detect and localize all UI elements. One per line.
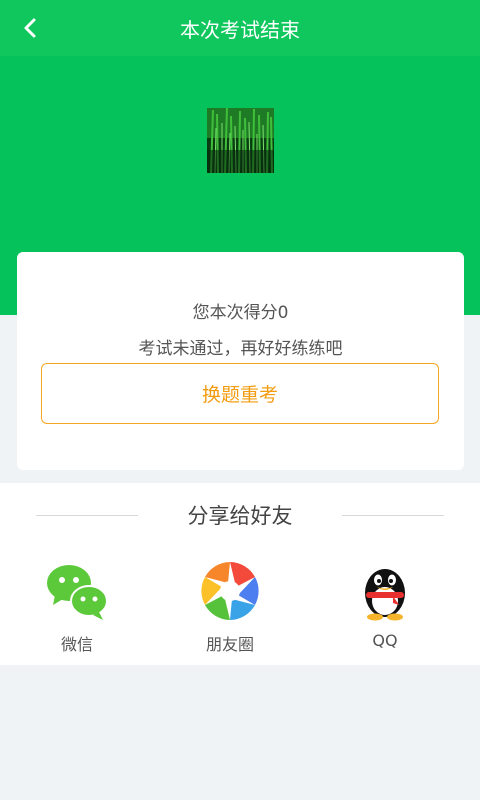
score-text: 您本次得分0 <box>192 303 289 323</box>
back-button[interactable] <box>14 12 46 44</box>
result-card: 您本次得分0 考试未通过，再好好练练吧 换题重考 <box>17 252 464 470</box>
result-image <box>207 108 274 173</box>
share-panel: 分享给好友 微信 朋友圈 QQ <box>0 483 480 665</box>
share-wechat-button[interactable]: 微信 <box>17 559 137 655</box>
share-moments-button[interactable]: 朋友圈 <box>170 559 290 655</box>
qq-icon <box>365 569 405 621</box>
share-qq-label: QQ <box>372 631 398 650</box>
retry-exam-button[interactable]: 换题重考 <box>41 363 439 424</box>
wechat-icon <box>47 565 108 620</box>
share-moments-label: 朋友圈 <box>205 635 254 654</box>
moments-icon <box>201 562 259 620</box>
result-message: 考试未通过，再好好练练吧 <box>138 339 343 359</box>
chevron-left-icon <box>24 18 36 38</box>
divider-right <box>342 515 444 516</box>
page-title: 本次考试结束 <box>180 17 300 42</box>
share-qq-button[interactable]: QQ <box>325 559 445 655</box>
top-bar: 本次考试结束 <box>0 0 480 56</box>
share-wechat-label: 微信 <box>60 635 93 654</box>
